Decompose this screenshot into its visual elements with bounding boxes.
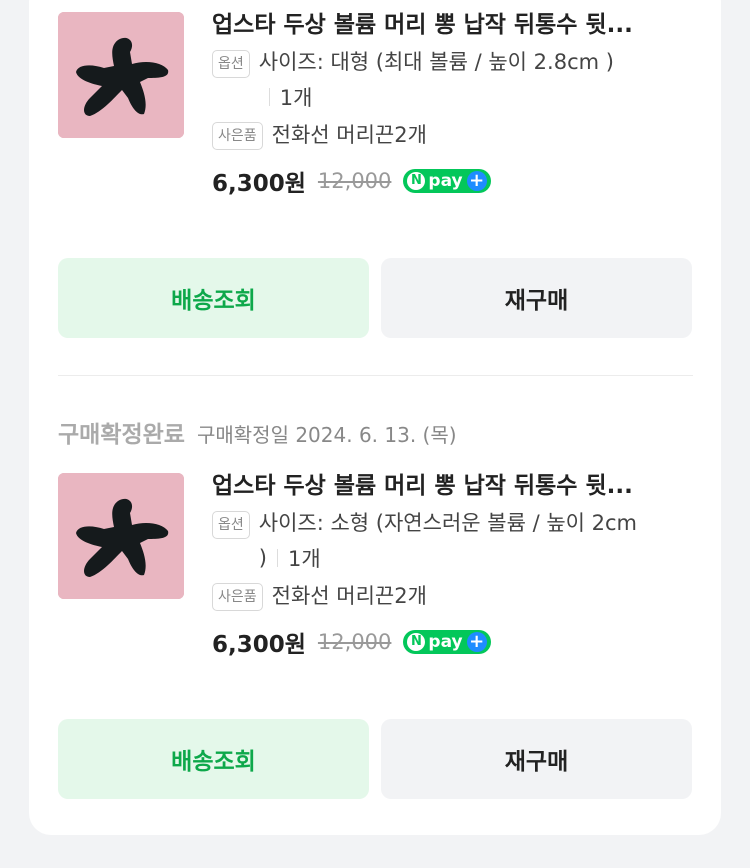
plus-icon: + <box>466 171 487 191</box>
gift-text: 전화선 머리끈2개 <box>271 123 427 147</box>
plus-icon: + <box>466 632 487 652</box>
track-delivery-button[interactable]: 배송조회 <box>58 719 369 799</box>
option-text: 사이즈: 소형 (자연스러운 볼륨 / 높이 2cm <box>258 511 638 535</box>
rebuy-button[interactable]: 재구매 <box>381 719 692 799</box>
status-label: 구매확정완료 <box>58 422 185 448</box>
npay-plus-badge: N pay + <box>403 169 491 193</box>
npay-n-icon: N <box>407 633 426 651</box>
product-thumbnail[interactable] <box>58 12 184 138</box>
option-text-cont: ) <box>258 546 267 570</box>
original-price: 12,000 <box>317 630 392 654</box>
gift-tag: 사은품 <box>212 122 263 150</box>
separator <box>268 88 270 106</box>
separator <box>276 549 278 567</box>
npay-plus-badge: N pay + <box>403 630 491 654</box>
product-title[interactable]: 업스타 두상 볼륨 머리 뽕 납작 뒤통수 뒷... <box>212 8 674 42</box>
product-thumbnail[interactable] <box>58 473 184 599</box>
quantity: 1개 <box>287 547 321 571</box>
divider <box>58 375 693 376</box>
npay-n-icon: N <box>407 172 426 190</box>
track-delivery-button[interactable]: 배송조회 <box>58 258 369 338</box>
product-title[interactable]: 업스타 두상 볼륨 머리 뽕 납작 뒤통수 뒷... <box>212 469 674 503</box>
sale-price: 6,300원 <box>212 171 306 197</box>
option-text: 사이즈: 대형 (최대 볼륨 / 높이 2.8cm ) <box>258 50 614 74</box>
gift-tag: 사은품 <box>212 583 263 611</box>
sale-price: 6,300원 <box>212 632 306 658</box>
option-tag: 옵션 <box>212 50 250 78</box>
npay-label: pay <box>428 171 463 191</box>
quantity: 1개 <box>279 86 313 110</box>
npay-label: pay <box>428 632 463 652</box>
original-price: 12,000 <box>317 169 392 193</box>
gift-text: 전화선 머리끈2개 <box>271 584 427 608</box>
order-status: 구매확정완료 구매확정일 2024. 6. 13. (목) <box>58 415 457 449</box>
status-date: 구매확정일 2024. 6. 13. (목) <box>196 423 457 447</box>
option-tag: 옵션 <box>212 511 250 539</box>
rebuy-button[interactable]: 재구매 <box>381 258 692 338</box>
